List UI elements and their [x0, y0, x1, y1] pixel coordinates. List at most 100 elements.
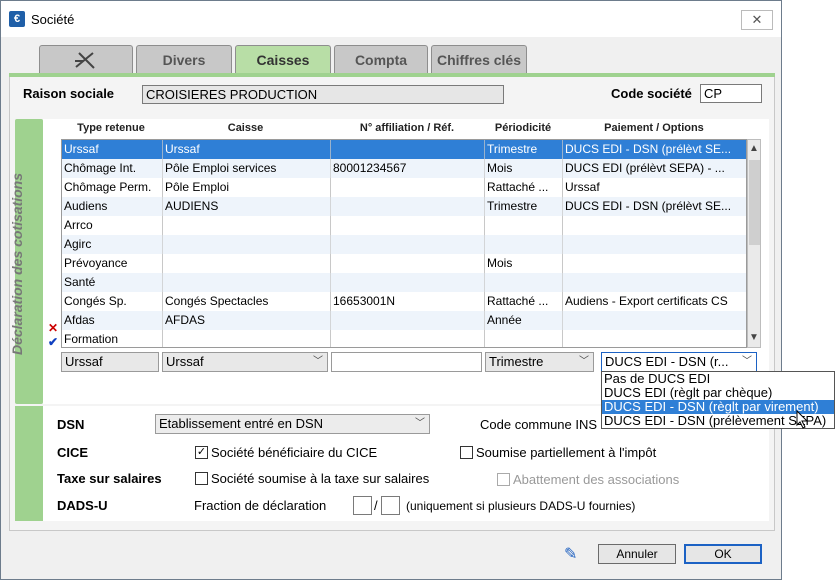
cice-checkbox[interactable]: ✓ — [195, 446, 208, 459]
validate-row-icon[interactable]: ✔ — [48, 335, 58, 349]
table-row[interactable]: Santé — [62, 273, 746, 292]
edit-pen-icon[interactable]: ✎ — [564, 544, 577, 564]
chevron-down-icon: ﹀ — [415, 418, 425, 429]
fraction-denominator-input[interactable] — [381, 496, 400, 515]
table-cell: Urssaf — [165, 142, 200, 156]
societe-window: € Société ✕ Divers Caisses Compta Chiffr… — [0, 0, 782, 580]
table-cell — [563, 311, 743, 330]
table-row[interactable]: Urssaf Urssaf Trimestre DUCS EDI - DSN (pré… — [62, 140, 746, 159]
table-cell — [331, 197, 483, 216]
table-row[interactable]: Afdas AFDAS Année — [62, 311, 746, 330]
table-row[interactable]: Prévoyance Mois — [62, 254, 746, 273]
edit-type[interactable]: Urssaf — [61, 352, 159, 372]
table-cell — [563, 254, 743, 273]
tab-compta[interactable]: Compta — [334, 45, 428, 73]
tab-tools[interactable] — [39, 45, 133, 73]
edit-paiement-select[interactable]: DUCS EDI - DSN (r... ﹀ — [601, 352, 757, 372]
section-label: Déclaration des cotisations — [9, 172, 25, 356]
table-scrollbar[interactable]: ▲ ▼ — [747, 139, 761, 348]
chevron-down-icon: ﹀ — [742, 356, 752, 367]
table-cell: Formation — [64, 332, 119, 346]
scroll-thumb[interactable] — [749, 160, 760, 245]
table-cell: Audiens - Export certificats CS — [565, 294, 728, 308]
fraction-label: Fraction de déclaration — [194, 498, 327, 513]
scroll-down-icon[interactable]: ▼ — [748, 331, 760, 345]
tab-chiffres-cles[interactable]: Chiffres clés — [431, 45, 527, 73]
check-icon: ✓ — [196, 446, 207, 458]
table-cell: Urssaf — [565, 180, 600, 194]
table-row[interactable]: Congés Sp. Congés Spectacles 16653001N Ratt… — [62, 292, 746, 311]
chevron-down-icon: ﹀ — [579, 356, 589, 367]
table-cell: Mois — [487, 256, 513, 270]
edit-periodicite[interactable]: Trimestre ﹀ — [485, 352, 594, 372]
dadsu-label: DADS-U — [57, 498, 108, 513]
taxe-label: Taxe sur salaires — [57, 471, 162, 486]
scroll-up-icon[interactable]: ▲ — [748, 142, 760, 156]
table-cell — [485, 273, 561, 292]
table-cell: Chômage Perm. — [64, 180, 152, 194]
edit-caisse[interactable]: Urssaf ﹀ — [162, 352, 328, 372]
table-cell — [563, 216, 743, 235]
table-cell — [563, 235, 743, 254]
table-row[interactable]: Formation — [62, 330, 746, 347]
soumise-label: Soumise partiellement à l'impôt — [476, 445, 657, 460]
chevron-down-icon: ﹀ — [313, 356, 323, 367]
tab-caisses[interactable]: Caisses — [235, 45, 331, 73]
table-cell — [331, 235, 483, 254]
cice-check-label: Société bénéficiaire du CICE — [211, 445, 378, 460]
delete-row-icon[interactable]: ✕ — [48, 321, 58, 335]
dsn-select-value: Etablissement entré en DSN — [159, 416, 324, 431]
raison-sociale-field[interactable]: CROISIERES PRODUCTION — [142, 85, 504, 104]
tools-icon — [75, 52, 95, 69]
table-cell: Urssaf — [64, 142, 99, 156]
table-cell — [485, 235, 561, 254]
table-row[interactable]: Chômage Perm. Pôle Emploi Rattaché ... Urss… — [62, 178, 746, 197]
col-periodicite: Périodicité — [494, 122, 552, 134]
column-divider — [162, 140, 163, 347]
table-cell — [485, 330, 561, 347]
cotisations-table: Urssaf Urssaf Trimestre DUCS EDI - DSN (pré… — [61, 139, 747, 348]
col-type-retenue: Type retenue — [77, 122, 145, 134]
table-row[interactable]: Arrco — [62, 216, 746, 235]
table-cell — [331, 216, 483, 235]
table-cell: Trimestre — [487, 142, 538, 156]
table-cell: Arrco — [64, 218, 93, 232]
table-cell — [563, 273, 743, 292]
taxe-check-label: Société soumise à la taxe sur salaires — [211, 471, 430, 486]
tab-divers[interactable]: Divers — [136, 45, 232, 73]
code-societe-field[interactable]: CP — [700, 84, 762, 103]
dsn-select[interactable]: Etablissement entré en DSN ﹀ — [155, 414, 430, 434]
abattement-checkbox — [497, 473, 510, 486]
table-row[interactable]: Agirc — [62, 235, 746, 254]
table-cell — [331, 273, 483, 292]
col-caisse: Caisse — [227, 122, 264, 134]
fraction-numerator-input[interactable] — [353, 496, 372, 515]
dsn-label: DSN — [57, 417, 85, 432]
dropdown-option[interactable]: Pas de DUCS EDI — [602, 372, 834, 386]
taxe-checkbox[interactable] — [195, 472, 208, 485]
table-cell: Pôle Emploi — [165, 180, 230, 194]
cancel-button[interactable]: Annuler — [598, 544, 676, 564]
close-button[interactable]: ✕ — [741, 10, 773, 30]
table-cell: Rattaché ... — [487, 180, 549, 194]
soumise-checkbox[interactable] — [460, 446, 473, 459]
ok-button[interactable]: OK — [684, 544, 762, 564]
table-cell: Santé — [64, 275, 96, 289]
table-row[interactable]: Audiens AUDIENS Trimestre DUCS EDI - DSN (p… — [62, 197, 746, 216]
table-cell — [163, 330, 329, 347]
column-divider — [330, 140, 331, 347]
table-row[interactable]: Chômage Int. Pôle Emploi services 80001234… — [62, 159, 746, 178]
settings-bar — [15, 406, 43, 521]
edit-affiliation-input[interactable] — [331, 352, 482, 372]
table-cell — [331, 311, 483, 330]
table-cell: Pôle Emploi services — [165, 161, 277, 175]
table-cell: DUCS EDI - DSN (prélèvt SE... — [565, 142, 732, 156]
app-icon: € — [9, 11, 25, 27]
abattement-label: Abattement des associations — [513, 472, 680, 487]
table-cell — [563, 330, 743, 347]
table-cell — [331, 140, 483, 159]
table-cell — [163, 235, 329, 254]
edit-periodicite-value: Trimestre — [489, 354, 544, 369]
dropdown-option[interactable]: DUCS EDI (règlt par chèque) — [602, 386, 834, 400]
table-cell: Mois — [487, 161, 513, 175]
